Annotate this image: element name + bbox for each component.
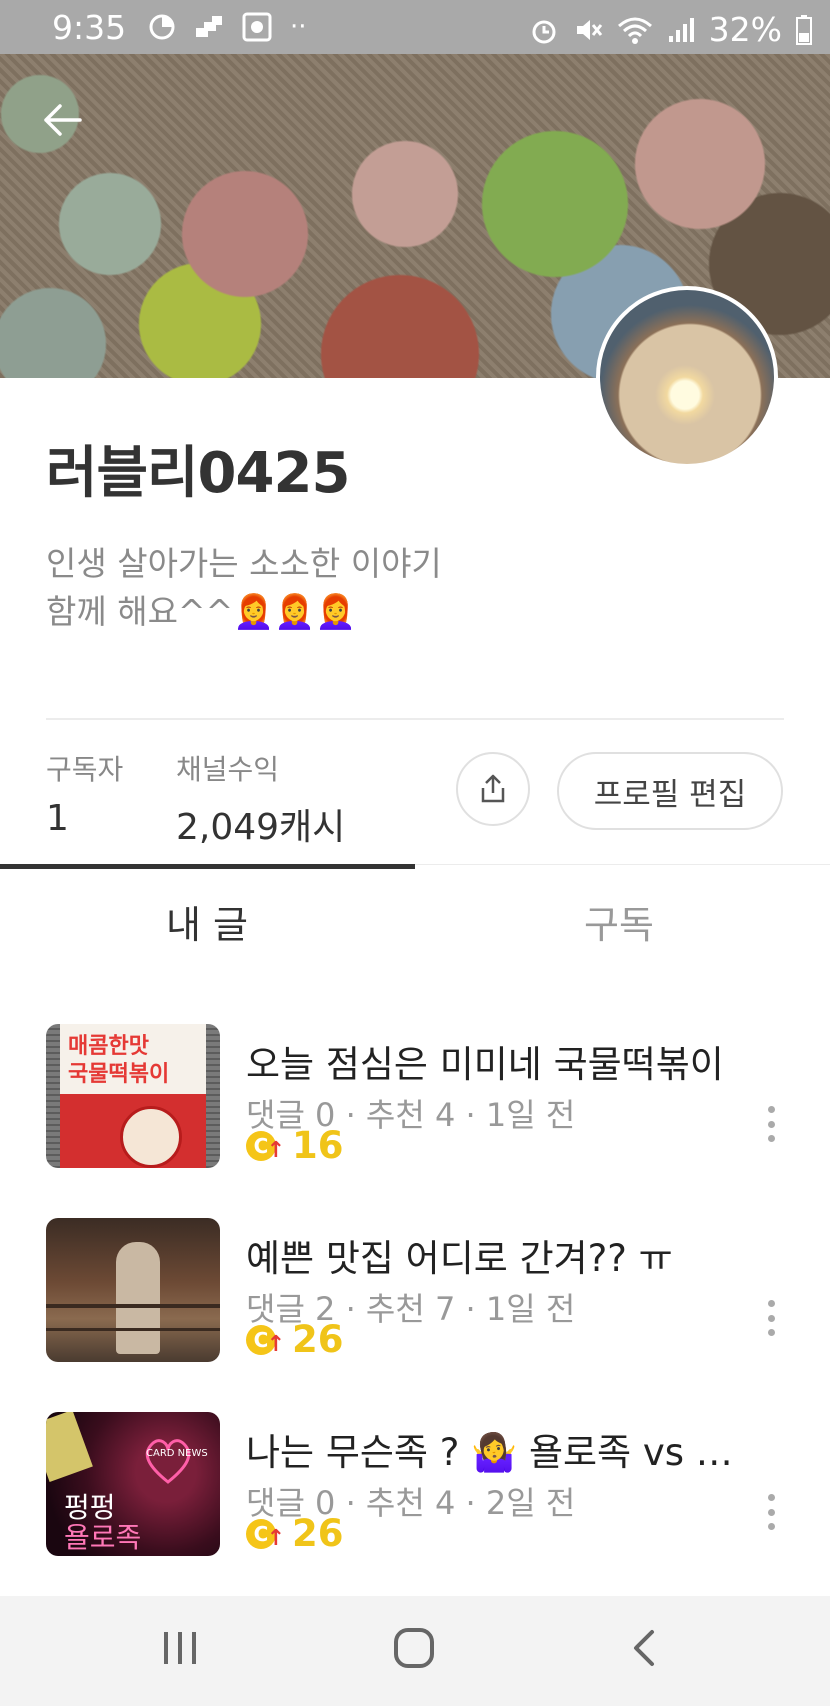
post-thumbnail: 매콤한맛 국물떡볶이 — [46, 1024, 220, 1168]
post-thumbnail — [46, 1218, 220, 1362]
list-item[interactable]: 매콤한맛 국물떡볶이 오늘 점심은 미미네 국물떡볶이 댓글 0 · 추천 4 … — [46, 1024, 796, 1172]
more-options-icon[interactable] — [768, 1300, 776, 1336]
revenue-label: 채널수익 — [176, 753, 280, 786]
media-icon — [242, 12, 272, 42]
list-item[interactable]: CARD NEWS 펑펑 욜로족 나는 무슨족 ? 🤷‍♀️ 욜로족 vs 욜로… — [46, 1412, 796, 1560]
post-cash: C ↑ 26 — [246, 1318, 344, 1361]
tab-my-posts[interactable]: 내 글 — [166, 894, 248, 949]
recent-apps-icon[interactable] — [160, 1626, 200, 1670]
more-notifications-icon: ·· — [290, 12, 307, 42]
wifi-icon — [617, 17, 652, 44]
thumb-text: CARD NEWS — [146, 1448, 208, 1459]
post-title[interactable]: 오늘 점심은 미미네 국물떡볶이 — [246, 1034, 766, 1088]
subscribers-stat[interactable]: 구독자 1 — [46, 748, 123, 839]
battery-icon — [796, 14, 812, 45]
stack-icon — [196, 16, 222, 37]
active-tab-indicator — [0, 864, 415, 869]
subscribers-value: 1 — [46, 798, 69, 839]
heart-icon — [145, 1439, 191, 1484]
cash-value: 26 — [292, 1512, 344, 1555]
subscribers-label: 구독자 — [46, 753, 124, 786]
mute-icon — [576, 19, 602, 40]
battery-percent: 32% — [708, 10, 782, 49]
cash-coin-icon: C ↑ — [246, 1324, 285, 1357]
home-icon[interactable] — [392, 1626, 436, 1670]
thumb-text: 욜로족 — [64, 1521, 142, 1554]
profile-avatar[interactable] — [596, 286, 778, 468]
status-time: 9:35 — [52, 8, 127, 47]
alarm-icon — [532, 20, 556, 43]
post-title[interactable]: 나는 무슨족 ? 🤷‍♀️ 욜로족 vs 욜로족 — [246, 1422, 766, 1476]
post-title[interactable]: 예쁜 맛집 어디로 간겨?? ㅠ — [246, 1228, 766, 1282]
cash-value: 26 — [292, 1318, 344, 1361]
tab-subscriptions[interactable]: 구독 — [584, 894, 654, 949]
back-arrow-icon[interactable] — [40, 98, 84, 142]
signal-icon — [668, 17, 694, 42]
revenue-value: 2,049캐시 — [176, 807, 346, 848]
thumb-text: 국물떡볶이 — [68, 1062, 170, 1087]
share-icon — [481, 774, 505, 803]
more-options-icon[interactable] — [768, 1106, 776, 1142]
cash-value: 16 — [292, 1124, 344, 1167]
cash-coin-icon: C ↑ — [246, 1130, 285, 1163]
revenue-stat[interactable]: 채널수익 2,049캐시 — [176, 748, 345, 850]
post-thumbnail: CARD NEWS 펑펑 욜로족 — [46, 1412, 220, 1556]
profile-bio: 인생 살아가는 소소한 이야기 함께 해요^^👩‍🦰👩‍🦰👩‍🦰 — [46, 544, 442, 631]
share-button[interactable] — [456, 752, 530, 826]
system-nav-bar — [0, 1596, 830, 1706]
more-options-icon[interactable] — [768, 1494, 776, 1530]
back-icon[interactable] — [628, 1626, 658, 1670]
post-cash: C ↑ 26 — [246, 1512, 344, 1555]
profile-name: 러블리0425 — [46, 441, 350, 506]
post-cash: C ↑ 16 — [246, 1124, 344, 1167]
divider — [46, 718, 784, 720]
pie-chart-icon — [149, 14, 175, 40]
status-bar: 9:35 ·· 32% — [0, 0, 830, 54]
cash-coin-icon: C ↑ — [246, 1518, 285, 1551]
list-item[interactable]: 예쁜 맛집 어디로 간겨?? ㅠ 댓글 2 · 추천 7 · 1일 전 C ↑ 2… — [46, 1218, 796, 1366]
edit-profile-button[interactable]: 프로필 편집 — [557, 752, 783, 830]
